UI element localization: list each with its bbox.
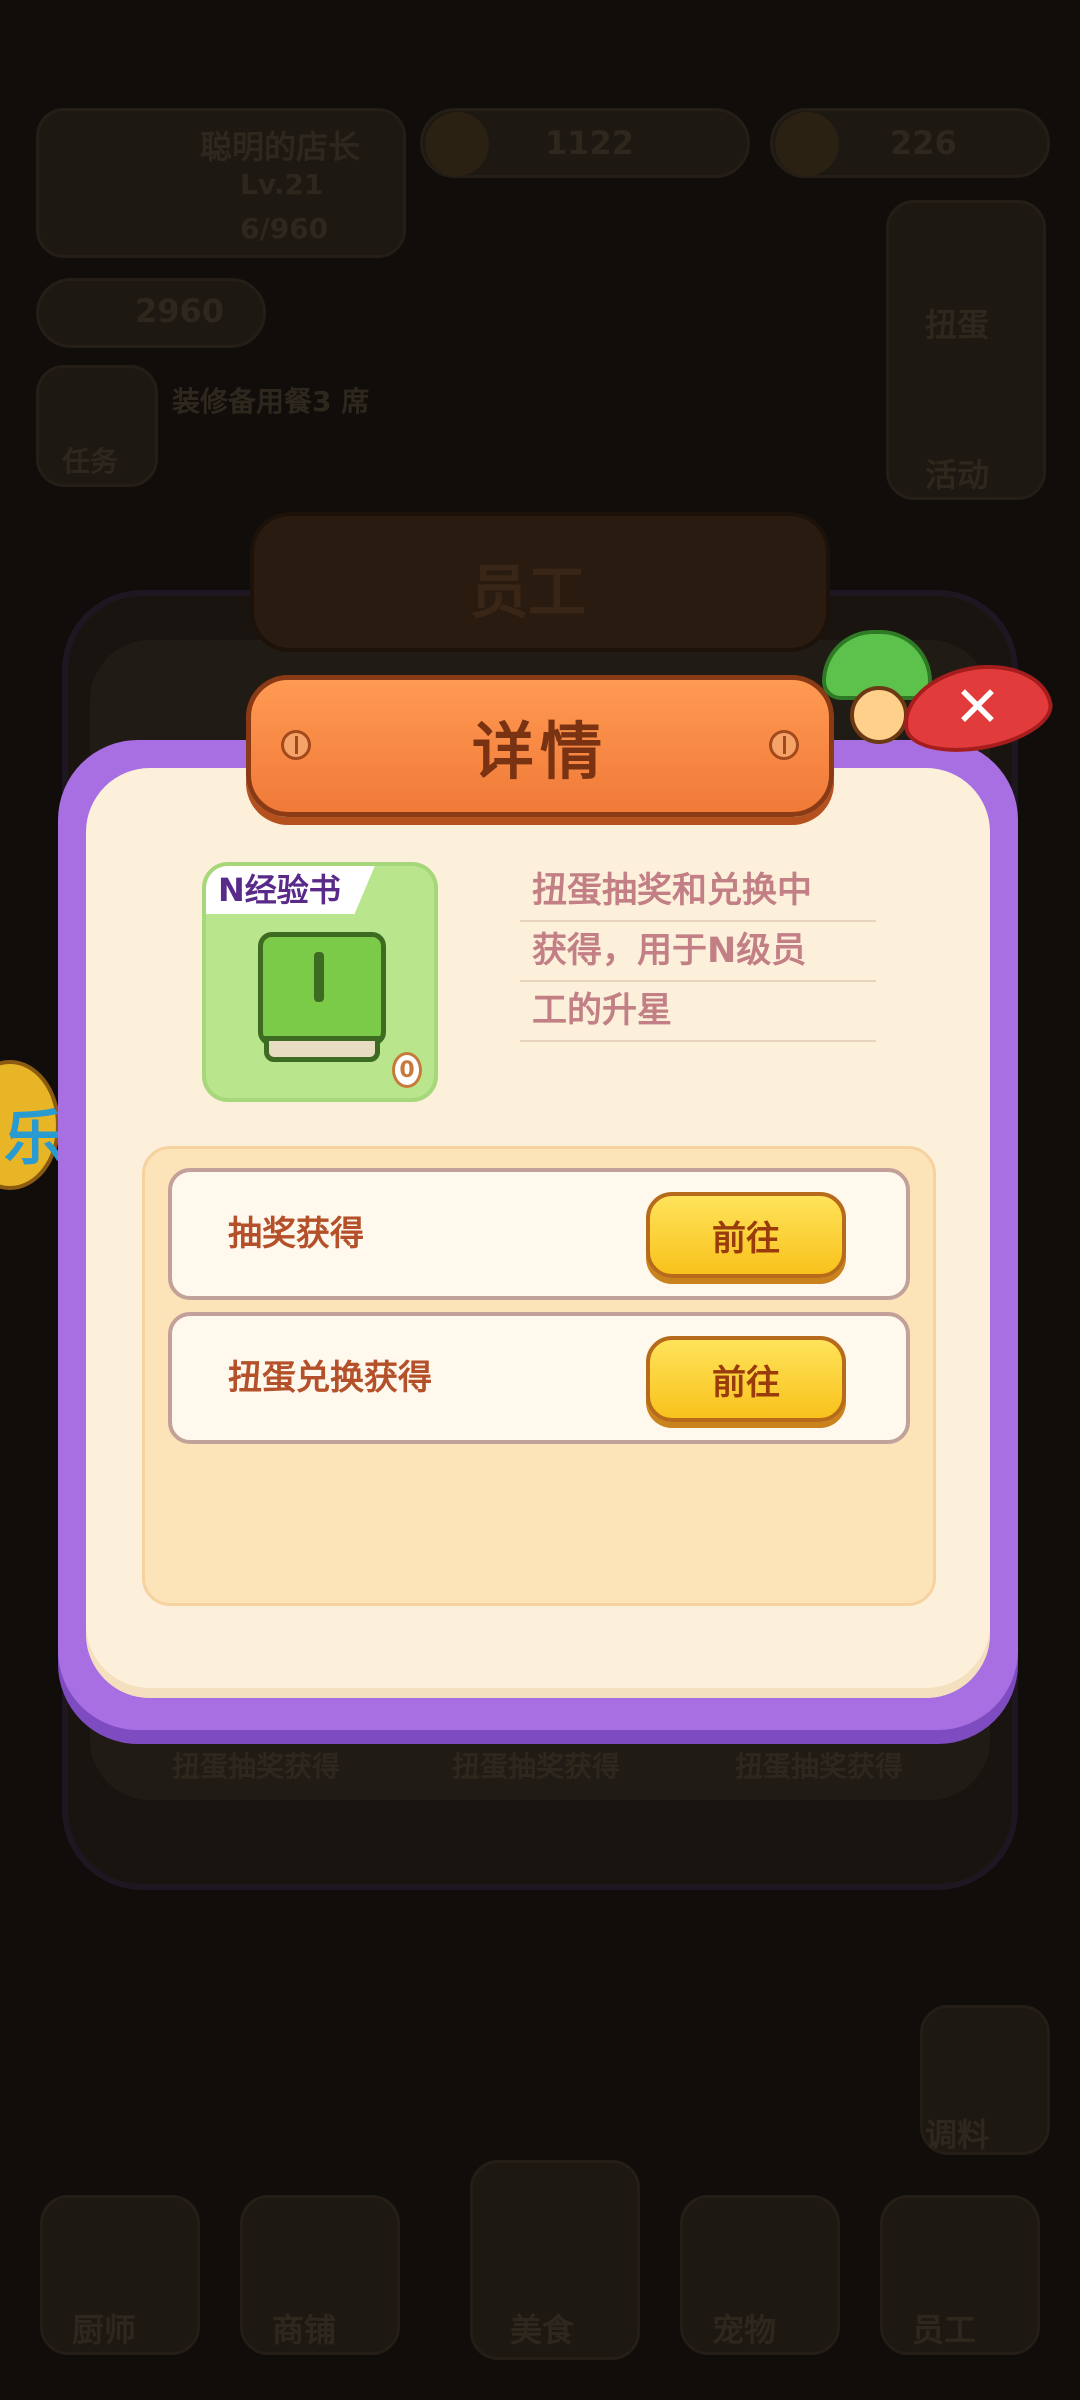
player-name: 聪明的店长	[200, 128, 361, 166]
nav-food-label: 美食	[510, 2311, 575, 2349]
background-row-label-3: 扭蛋抽奖获得	[735, 1750, 904, 1783]
close-glyph: ✕	[953, 675, 1001, 741]
player-exp: 6/960	[240, 212, 329, 245]
item-name-tag: N经验书	[206, 866, 375, 914]
source-row-gacha-exchange: 扭蛋兑换获得 前往	[168, 1312, 910, 1444]
nav-pet-label: 宠物	[712, 2311, 777, 2349]
item-description: 扭蛋抽奖和兑换中 获得，用于N级员 工的升星	[520, 862, 876, 1042]
green-book-icon	[258, 932, 386, 1062]
background-row-label-1: 扭蛋抽奖获得	[172, 1750, 341, 1783]
mascot-face	[850, 686, 908, 744]
description-line: 扭蛋抽奖和兑换中	[520, 862, 876, 922]
description-line: 获得，用于N级员	[520, 922, 876, 982]
seasoning-label: 调料	[925, 2116, 990, 2154]
item-count: 0	[392, 1052, 422, 1088]
close-button[interactable]: ✕	[822, 630, 1059, 770]
nav-staff-label: 员工	[912, 2311, 977, 2349]
item-card: N经验书 0	[202, 862, 438, 1102]
nav-shop-label: 商铺	[272, 2311, 337, 2349]
event-button-label: 活动	[925, 456, 990, 494]
modal-title-banner: 详情	[246, 675, 834, 817]
task-label: 任务	[62, 445, 119, 478]
player-level: Lv.21	[240, 168, 324, 201]
background-panel-title: 员工	[470, 558, 587, 626]
task-text: 装修备用餐3 席	[172, 385, 370, 418]
source-label: 扭蛋兑换获得	[228, 1358, 432, 1398]
nail-icon	[281, 730, 311, 760]
coin-icon	[425, 112, 489, 176]
currency-1-value: 1122	[545, 124, 635, 162]
stars-value: 2960	[135, 292, 225, 330]
modal-title: 详情	[471, 715, 608, 788]
nav-chef-label: 厨师	[72, 2311, 137, 2349]
go-button[interactable]: 前往	[646, 1192, 846, 1278]
description-line: 工的升星	[520, 982, 876, 1042]
source-row-lottery: 抽奖获得 前往	[168, 1168, 910, 1300]
source-label: 抽奖获得	[228, 1214, 364, 1254]
side-badge-glyph: 乐	[4, 1104, 64, 1174]
gacha-button-label: 扭蛋	[925, 306, 990, 344]
go-button[interactable]: 前往	[646, 1336, 846, 1422]
background-row-label-2: 扭蛋抽奖获得	[452, 1750, 621, 1783]
nail-icon	[769, 730, 799, 760]
gem-icon	[775, 112, 839, 176]
currency-2-value: 226	[890, 124, 957, 162]
